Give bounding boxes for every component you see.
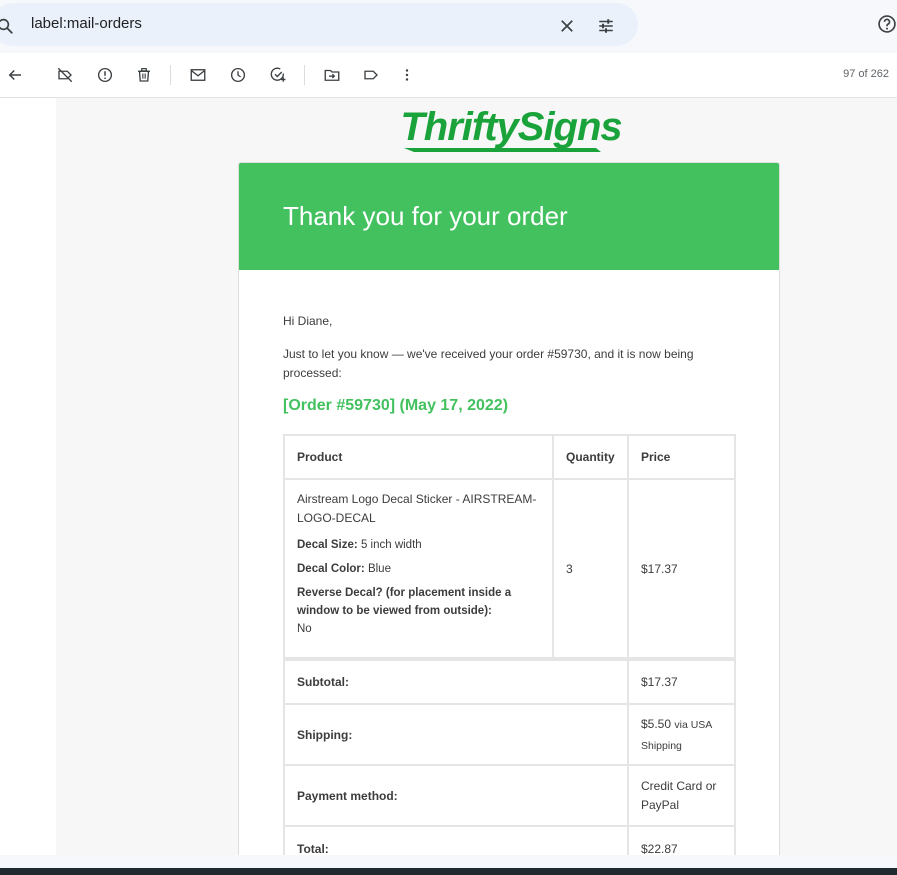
back-arrow-icon[interactable] [6,66,24,84]
label-off-icon[interactable] [56,66,74,84]
subtotal-row: Subtotal: $17.37 [283,657,736,705]
toolbar-divider [170,65,171,85]
snooze-icon[interactable] [229,66,247,84]
decal-color: Decal Color: Blue [297,563,391,575]
message-body: ThriftySigns Thank you for your order Hi… [56,98,897,855]
search-icon[interactable] [0,17,14,35]
more-options-icon[interactable] [398,66,416,84]
delete-icon[interactable] [135,66,153,84]
order-email: Thank you for your order Hi Diane, Just … [238,162,780,855]
decal-size: Decal Size: 5 inch width [297,539,422,551]
total-value: $22.87 [627,825,736,855]
taskbar-edge [0,868,897,875]
column-header-quantity: Quantity [552,434,629,480]
shipping-value: $5.50 [641,716,672,731]
total-row: Total: $22.87 [283,825,736,855]
move-to-icon[interactable] [323,66,341,84]
subtotal-value: $17.37 [627,657,736,705]
search-input[interactable] [31,15,531,32]
quantity-cell: 3 [552,478,629,660]
top-bar [0,0,897,53]
message-count: 97 of 262 [843,68,889,80]
message-toolbar: 97 of 262 [0,53,897,98]
payment-method-value: Credit Card or PayPal [627,764,736,827]
greeting: Hi Diane, [283,314,333,328]
label-icon[interactable] [362,66,380,84]
left-margin [0,98,56,855]
order-title-link[interactable]: [Order #59730] (May 17, 2022) [283,397,508,415]
order-table: Product Quantity Price Airstream Logo De… [283,434,736,855]
product-cell: Airstream Logo Decal Sticker - AIRSTREAM… [283,478,554,660]
close-icon[interactable] [558,17,576,35]
product-name: Airstream Logo Decal Sticker - AIRSTREAM… [297,492,537,525]
search-bar[interactable] [0,3,638,46]
shipping-label: Shipping: [283,703,629,766]
table-row: Airstream Logo Decal Sticker - AIRSTREAM… [283,478,736,660]
add-task-icon[interactable] [269,66,287,84]
column-header-product: Product [283,434,554,480]
mark-unread-icon[interactable] [189,66,207,84]
email-header: Thank you for your order [239,163,779,270]
subtotal-label: Subtotal: [283,657,629,705]
help-icon[interactable] [877,14,897,34]
price-cell: $17.37 [627,478,736,660]
search-options-icon[interactable] [596,17,616,35]
payment-method-row: Payment method: Credit Card or PayPal [283,764,736,827]
shipping-row: Shipping: $5.50 via USA Shipping [283,703,736,766]
thriftysigns-logo: ThriftySigns [400,105,623,152]
svg-text:ThriftySigns: ThriftySigns [400,105,621,149]
payment-method-label: Payment method: [283,764,629,827]
report-spam-icon[interactable] [96,66,114,84]
total-label: Total: [283,825,629,855]
table-header-row: Product Quantity Price [283,434,736,480]
intro-text: Just to let you know — we've received yo… [283,347,694,380]
toolbar-divider [304,65,305,85]
reverse-decal: Reverse Decal? (for placement inside a w… [297,587,512,635]
shipping-value-cell: $5.50 via USA Shipping [627,703,736,766]
column-header-price: Price [627,434,736,480]
